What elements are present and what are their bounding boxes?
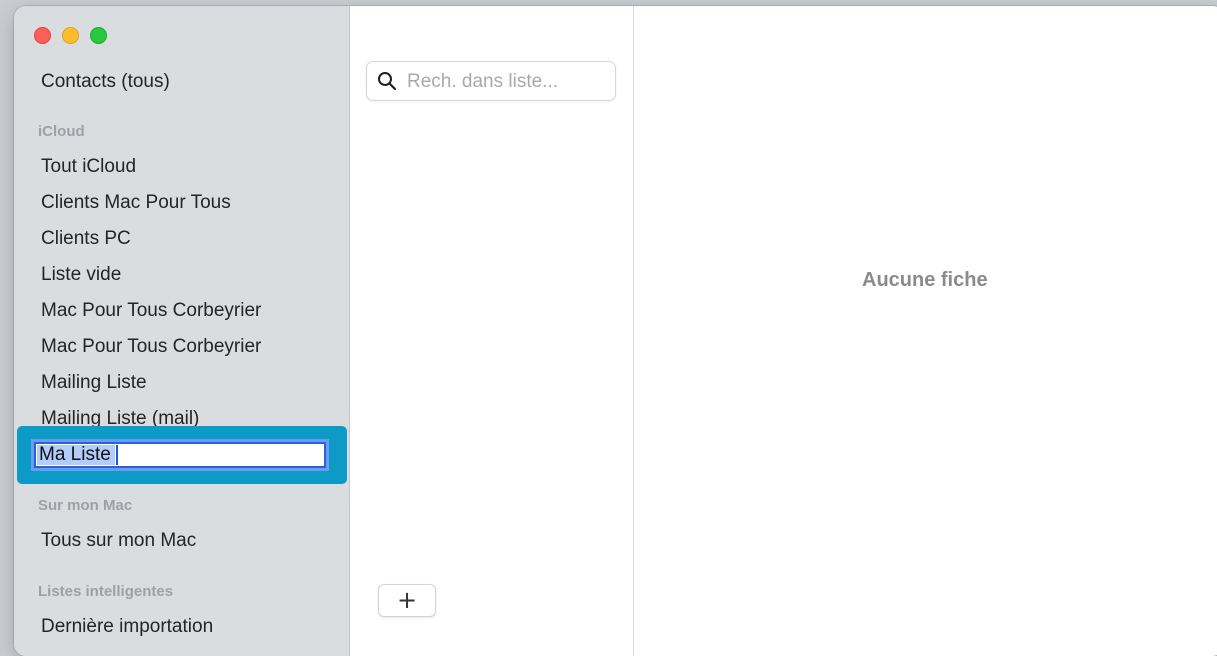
section-header-icloud: iCloud xyxy=(38,123,85,140)
sidebar-item-liste-vide[interactable]: Liste vide xyxy=(41,263,121,287)
contact-list-pane: + xyxy=(350,6,634,656)
close-window-button[interactable] xyxy=(34,27,51,44)
search-field[interactable] xyxy=(366,61,616,102)
zoom-window-button[interactable] xyxy=(90,27,107,44)
list-name-edit-text: Ma Liste xyxy=(39,444,111,465)
sidebar-item-derniere-importation[interactable]: Dernière importation xyxy=(41,615,213,639)
search-icon xyxy=(378,72,397,91)
sidebar-item-corbeyrier-1[interactable]: Mac Pour Tous Corbeyrier xyxy=(41,299,261,323)
sidebar-item-mailing-liste[interactable]: Mailing Liste xyxy=(41,371,147,395)
sidebar-item-all-contacts[interactable]: Contacts (tous) xyxy=(41,70,170,94)
window-controls xyxy=(34,27,107,44)
contacts-window: Contacts (tous) iCloud Tout iCloud Clien… xyxy=(14,6,1217,656)
section-header-smart-lists: Listes intelligentes xyxy=(38,583,174,600)
sidebar-item-clients-pc[interactable]: Clients PC xyxy=(41,227,131,251)
sidebar-item-corbeyrier-2[interactable]: Mac Pour Tous Corbeyrier xyxy=(41,335,261,359)
text-caret xyxy=(116,445,118,465)
minimize-window-button[interactable] xyxy=(62,27,79,44)
empty-state-label: Aucune fiche xyxy=(862,269,988,291)
contact-detail-pane: Aucune fiche xyxy=(634,6,1217,656)
list-name-edit-field[interactable]: Ma Liste xyxy=(34,442,326,468)
sidebar: Contacts (tous) iCloud Tout iCloud Clien… xyxy=(14,6,350,656)
search-input[interactable] xyxy=(405,62,609,102)
sidebar-item-clients-mac-pour-tous[interactable]: Clients Mac Pour Tous xyxy=(41,191,231,215)
sidebar-item-tous-sur-mon-mac[interactable]: Tous sur mon Mac xyxy=(41,529,196,553)
sidebar-item-tout-icloud[interactable]: Tout iCloud xyxy=(41,155,136,179)
add-contact-button[interactable]: + xyxy=(378,584,436,617)
section-header-on-mac: Sur mon Mac xyxy=(38,497,133,514)
